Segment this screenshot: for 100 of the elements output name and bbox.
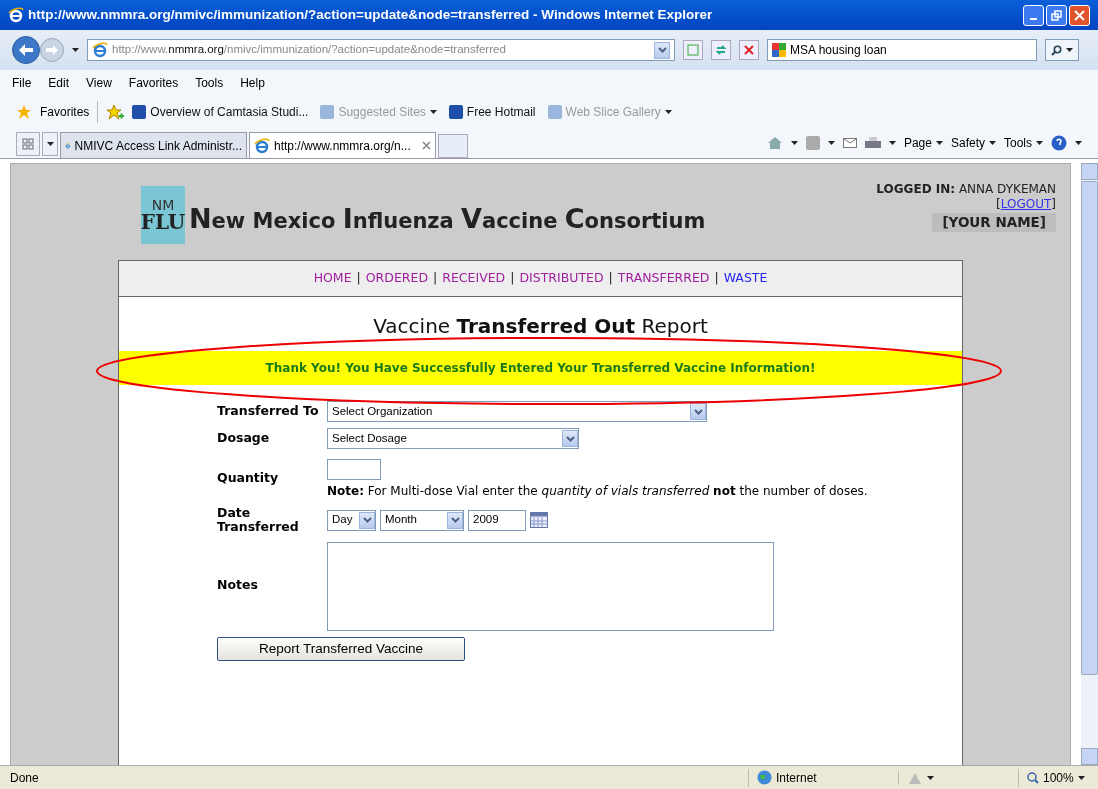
logged-in-user: LOGGED IN: ANNA DYKEMAN xyxy=(876,182,1056,197)
tab-list-button[interactable] xyxy=(42,132,58,156)
help-icon[interactable] xyxy=(1051,135,1067,151)
security-zone: Internet xyxy=(776,769,817,787)
caret-icon xyxy=(1077,775,1085,780)
caret-icon xyxy=(790,141,798,145)
browser-logo-icon xyxy=(8,7,24,23)
caret-icon xyxy=(664,110,672,114)
browser-logo-icon xyxy=(92,42,108,58)
search-text: MSA housing loan xyxy=(790,42,887,59)
success-banner: Thank You! You Have Successfully Entered Your Transferred Vaccine Information! xyxy=(119,351,962,385)
browser-logo-icon xyxy=(254,137,270,154)
globe-icon xyxy=(757,770,772,785)
mail-icon[interactable] xyxy=(842,138,857,148)
close-icon xyxy=(1074,9,1085,21)
window-title: http://www.nmmra.org/nmivc/immunization/?action=update&node=transferred - Windows Internet Explorer xyxy=(28,5,713,24)
caret-icon xyxy=(1066,48,1073,52)
menu-item[interactable]: File xyxy=(12,74,32,92)
day-select[interactable]: Day xyxy=(327,509,376,531)
browser-tab[interactable]: NMIVC Access Link Administr... xyxy=(60,132,247,158)
nav-link[interactable]: TRANSFERRED xyxy=(617,269,710,288)
quantity-input[interactable] xyxy=(327,459,381,480)
quantity-note: Note: For Multi-dose Vial enter the quantity of vials transferred not the number of doses. xyxy=(327,483,869,500)
field-label: Notes xyxy=(217,576,259,595)
printer-icon[interactable] xyxy=(864,136,881,150)
back-button[interactable] xyxy=(12,36,40,64)
zoom-level[interactable]: 100% xyxy=(1018,768,1088,787)
maximize-button[interactable] xyxy=(1046,4,1067,26)
close-tab-icon[interactable] xyxy=(422,141,431,150)
search-provider-icon xyxy=(772,43,786,57)
notes-textarea[interactable] xyxy=(327,542,774,631)
field-label: Date Transferred xyxy=(217,506,297,534)
nav-link[interactable]: DISTRIBUTED xyxy=(519,269,604,288)
nav-link[interactable]: RECEIVED xyxy=(442,269,506,288)
caret-icon xyxy=(429,110,437,114)
minimize-button[interactable] xyxy=(1023,4,1044,26)
caret-icon xyxy=(46,142,54,146)
caret-icon xyxy=(72,48,79,52)
field-label: Quantity xyxy=(217,469,280,487)
stop-icon[interactable] xyxy=(739,40,759,60)
menu-item[interactable]: View xyxy=(86,74,112,92)
menu-item[interactable]: Tools xyxy=(195,74,224,92)
bracket-text: [ xyxy=(996,197,1001,212)
add-favorite-icon[interactable] xyxy=(106,104,125,120)
command-menu[interactable]: Safety xyxy=(950,134,996,152)
field-label: Dosage xyxy=(217,429,271,448)
url-text: http://www.nmmra.org/nmivc/immunization/?action=update&node=transferred xyxy=(112,42,506,58)
favorites-link[interactable]: Free Hotmail xyxy=(448,103,536,121)
nav-link[interactable]: WASTE xyxy=(723,269,768,288)
bracket-text: ] xyxy=(1051,197,1056,212)
caret-icon xyxy=(1036,141,1043,145)
caret-icon xyxy=(888,141,896,145)
vertical-scrollbar[interactable] xyxy=(1081,163,1098,765)
zoom-icon xyxy=(1027,771,1039,784)
calendar-icon[interactable] xyxy=(530,512,548,528)
menu-item[interactable]: Edit xyxy=(48,74,70,92)
minimize-icon xyxy=(1030,18,1037,20)
command-menu[interactable]: Tools xyxy=(1004,134,1043,152)
menu-item[interactable]: Help xyxy=(240,74,265,92)
nav-separator: | xyxy=(433,269,438,288)
address-field[interactable]: http://www.nmmra.org/nmivc/immunization/?action=update&node=transferred xyxy=(87,39,675,61)
nav-link[interactable]: HOME xyxy=(313,269,352,288)
field-label: Transferred To xyxy=(217,402,320,421)
nav-separator: | xyxy=(356,269,361,288)
caret-icon xyxy=(989,141,996,145)
back-arrow-icon xyxy=(19,44,33,56)
user-name-label: [YOUR NAME] xyxy=(932,213,1056,232)
menu-item[interactable]: Favorites xyxy=(128,74,179,92)
search-button[interactable] xyxy=(1045,39,1079,61)
status-text: Done xyxy=(10,769,39,787)
dosage-select[interactable]: Select Dosage xyxy=(327,428,579,449)
new-tab-button[interactable] xyxy=(438,134,468,158)
logo-icon: NM FLU xyxy=(141,186,185,244)
caret-icon xyxy=(935,141,943,145)
organization-select[interactable]: Select Organization xyxy=(327,401,707,422)
submit-button[interactable]: Report Transferred Vaccine xyxy=(217,637,465,661)
search-field[interactable]: MSA housing loan xyxy=(767,39,1037,61)
caret-icon xyxy=(927,775,934,780)
caret-icon xyxy=(1075,141,1082,145)
browser-tab[interactable]: http://www.nmmra.org/n... xyxy=(249,132,436,158)
refresh-icon[interactable] xyxy=(711,40,731,60)
search-icon xyxy=(1051,44,1062,56)
command-menu[interactable]: Page xyxy=(903,134,943,152)
favorites-button[interactable]: Favorites xyxy=(40,103,90,121)
favorites-link[interactable]: Overview of Camtasia Studi... xyxy=(132,103,309,121)
home-icon[interactable] xyxy=(766,136,783,150)
nav-separator: | xyxy=(714,269,719,288)
logout-link[interactable]: LOGOUT xyxy=(1000,197,1052,212)
month-select[interactable]: Month xyxy=(380,509,464,531)
nav-link[interactable]: ORDERED xyxy=(365,269,429,288)
caret-icon xyxy=(827,141,835,145)
site-title: New Mexico Influenza Vaccine Consortium xyxy=(189,201,706,236)
nav-separator: | xyxy=(608,269,613,288)
maximize-icon xyxy=(1051,9,1062,21)
year-input[interactable]: 2009 xyxy=(468,509,526,531)
star-icon xyxy=(16,104,32,120)
forward-arrow-icon xyxy=(46,45,58,55)
grid-icon xyxy=(22,138,34,150)
close-button[interactable] xyxy=(1069,4,1090,26)
nav-separator: | xyxy=(510,269,515,288)
